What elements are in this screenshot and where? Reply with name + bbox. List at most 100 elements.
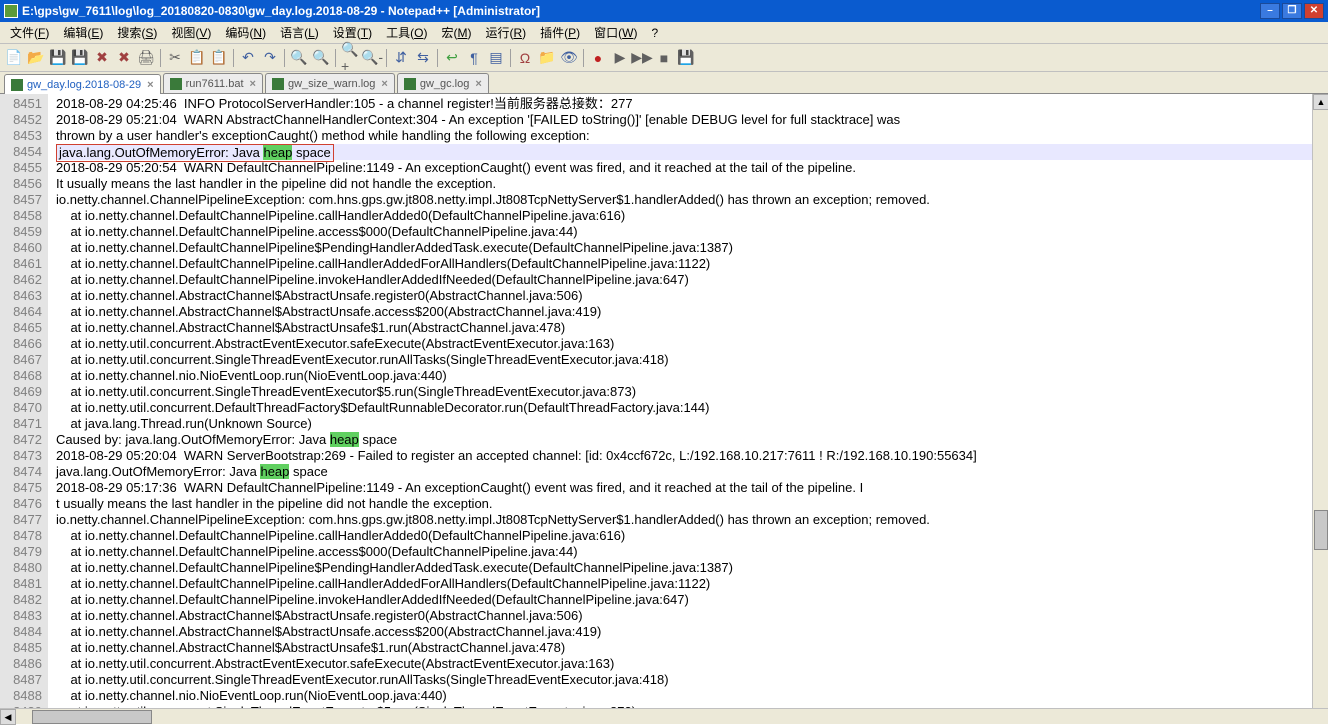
editor-line[interactable]: 2018-08-29 05:21:04 WARN AbstractChannel… xyxy=(56,112,1328,128)
vertical-scroll-thumb[interactable] xyxy=(1314,510,1328,550)
minimize-button[interactable]: – xyxy=(1260,3,1280,19)
menu-编码[interactable]: 编码(N) xyxy=(219,22,272,43)
horizontal-scrollbar[interactable]: ◀ xyxy=(0,708,1328,724)
editor-line[interactable]: at io.netty.channel.AbstractChannel$Abst… xyxy=(56,608,1328,624)
editor-line[interactable]: at io.netty.util.concurrent.SingleThread… xyxy=(56,352,1328,368)
editor-line[interactable]: at io.netty.channel.AbstractChannel$Abst… xyxy=(56,304,1328,320)
editor-line[interactable]: at java.lang.Thread.run(Unknown Source) xyxy=(56,416,1328,432)
editor-line[interactable]: at io.netty.channel.AbstractChannel$Abst… xyxy=(56,624,1328,640)
wordwrap-icon[interactable]: ↩ xyxy=(442,48,462,68)
editor-line[interactable]: at io.netty.channel.nio.NioEventLoop.run… xyxy=(56,688,1328,704)
editor-line[interactable]: at io.netty.channel.DefaultChannelPipeli… xyxy=(56,256,1328,272)
editor-line[interactable]: at io.netty.channel.DefaultChannelPipeli… xyxy=(56,240,1328,256)
menu-运行[interactable]: 运行(R) xyxy=(479,22,532,43)
editor-line[interactable]: 2018-08-29 05:20:04 WARN ServerBootstrap… xyxy=(56,448,1328,464)
editor-line[interactable]: at io.netty.channel.DefaultChannelPipeli… xyxy=(56,224,1328,240)
save-all-icon[interactable]: 💾 xyxy=(70,48,90,68)
tab-close-icon[interactable]: × xyxy=(147,79,153,91)
tab-close-icon[interactable]: × xyxy=(475,78,481,90)
horizontal-scroll-thumb[interactable] xyxy=(32,710,152,724)
scroll-left-button[interactable]: ◀ xyxy=(0,709,16,725)
print-icon[interactable]: 🖨 xyxy=(136,48,156,68)
editor-line[interactable]: Caused by: java.lang.OutOfMemoryError: J… xyxy=(56,432,1328,448)
scroll-up-button[interactable]: ▲ xyxy=(1313,94,1328,110)
menu-设置[interactable]: 设置(T) xyxy=(327,22,378,43)
lang-icon[interactable]: Ω xyxy=(515,48,535,68)
save-icon[interactable]: 💾 xyxy=(48,48,68,68)
find-icon[interactable]: 🔍 xyxy=(289,48,309,68)
menu-插件[interactable]: 插件(P) xyxy=(534,22,586,43)
redo-icon[interactable]: ↷ xyxy=(260,48,280,68)
tab-run7611.bat[interactable]: run7611.bat× xyxy=(163,73,263,93)
copy-icon[interactable]: 📋 xyxy=(187,48,207,68)
editor-line[interactable]: at io.netty.channel.AbstractChannel$Abst… xyxy=(56,640,1328,656)
fast-icon[interactable]: ▶▶ xyxy=(632,48,652,68)
editor-line[interactable]: at io.netty.channel.DefaultChannelPipeli… xyxy=(56,576,1328,592)
editor-line[interactable]: java.lang.OutOfMemoryError: Java heap sp… xyxy=(56,464,1328,480)
editor-area[interactable]: 8451845284538454845584568457845884598460… xyxy=(0,94,1328,724)
editor-line[interactable]: 2018-08-29 04:25:46 INFO ProtocolServerH… xyxy=(56,96,1328,112)
editor-line[interactable]: at io.netty.channel.DefaultChannelPipeli… xyxy=(56,272,1328,288)
tab-close-icon[interactable]: × xyxy=(250,78,256,90)
menu-文件[interactable]: 文件(F) xyxy=(4,22,55,43)
vertical-scrollbar[interactable]: ▲ xyxy=(1312,94,1328,724)
record-icon[interactable]: ● xyxy=(588,48,608,68)
cut-icon[interactable]: ✂ xyxy=(165,48,185,68)
editor-line[interactable]: at io.netty.channel.DefaultChannelPipeli… xyxy=(56,208,1328,224)
menu-搜索[interactable]: 搜索(S) xyxy=(111,22,163,43)
editor-line[interactable]: at io.netty.util.concurrent.SingleThread… xyxy=(56,672,1328,688)
menu-视图[interactable]: 视图(V) xyxy=(165,22,217,43)
editor-line[interactable]: at io.netty.channel.DefaultChannelPipeli… xyxy=(56,544,1328,560)
all-chars-icon[interactable]: ¶ xyxy=(464,48,484,68)
paste-icon[interactable]: 📋 xyxy=(209,48,229,68)
menu-?[interactable]: ? xyxy=(645,24,664,42)
undo-icon[interactable]: ↶ xyxy=(238,48,258,68)
editor-line[interactable]: at io.netty.channel.DefaultChannelPipeli… xyxy=(56,560,1328,576)
editor-line[interactable]: io.netty.channel.ChannelPipelineExceptio… xyxy=(56,512,1328,528)
zoom-in-icon[interactable]: 🔍+ xyxy=(340,48,360,68)
sync-h-icon[interactable]: ⇆ xyxy=(413,48,433,68)
menu-宏[interactable]: 宏(M) xyxy=(435,22,477,43)
new-file-icon[interactable]: 📄 xyxy=(4,48,24,68)
editor-line[interactable]: io.netty.channel.ChannelPipelineExceptio… xyxy=(56,192,1328,208)
editor-line[interactable]: at io.netty.channel.AbstractChannel$Abst… xyxy=(56,320,1328,336)
editor-line[interactable]: java.lang.OutOfMemoryError: Java heap sp… xyxy=(56,144,1328,160)
stop-icon[interactable]: ■ xyxy=(654,48,674,68)
replace-icon[interactable]: 🔍 xyxy=(311,48,331,68)
play-icon[interactable]: ▶ xyxy=(610,48,630,68)
close-all-icon[interactable]: ✖ xyxy=(114,48,134,68)
editor-line[interactable]: at io.netty.channel.DefaultChannelPipeli… xyxy=(56,528,1328,544)
menu-编辑[interactable]: 编辑(E) xyxy=(57,22,109,43)
editor-line[interactable]: at io.netty.channel.nio.NioEventLoop.run… xyxy=(56,368,1328,384)
editor-line[interactable]: at io.netty.util.concurrent.AbstractEven… xyxy=(56,336,1328,352)
editor-line[interactable]: t usually means the last handler in the … xyxy=(56,496,1328,512)
close-icon[interactable]: ✖ xyxy=(92,48,112,68)
editor-line[interactable]: 2018-08-29 05:17:36 WARN DefaultChannelP… xyxy=(56,480,1328,496)
editor-line[interactable]: It usually means the last handler in the… xyxy=(56,176,1328,192)
menu-工具[interactable]: 工具(O) xyxy=(380,22,433,43)
folder-icon[interactable]: 📁 xyxy=(537,48,557,68)
tab-gw_gc.log[interactable]: gw_gc.log × xyxy=(397,73,489,93)
editor-line[interactable]: at io.netty.channel.AbstractChannel$Abst… xyxy=(56,288,1328,304)
close-window-button[interactable]: ✕ xyxy=(1304,3,1324,19)
save-macro-icon[interactable]: 💾 xyxy=(676,48,696,68)
editor-line[interactable]: 2018-08-29 05:20:54 WARN DefaultChannelP… xyxy=(56,160,1328,176)
editor-line[interactable]: at io.netty.util.concurrent.SingleThread… xyxy=(56,384,1328,400)
monitor-icon[interactable]: 👁 xyxy=(559,48,579,68)
editor-line[interactable]: thrown by a user handler's exceptionCaug… xyxy=(56,128,1328,144)
tab-gw_day.log.2018-08-29[interactable]: gw_day.log.2018-08-29× xyxy=(4,74,161,94)
tab-gw_size_warn.log[interactable]: gw_size_warn.log× xyxy=(265,73,395,93)
menu-窗口[interactable]: 窗口(W) xyxy=(588,22,643,43)
menu-语言[interactable]: 语言(L) xyxy=(274,22,325,43)
tab-close-icon[interactable]: × xyxy=(381,78,387,90)
sync-v-icon[interactable]: ⇵ xyxy=(391,48,411,68)
maximize-button[interactable]: ❐ xyxy=(1282,3,1302,19)
zoom-out-icon[interactable]: 🔍- xyxy=(362,48,382,68)
indent-guide-icon[interactable]: ▤ xyxy=(486,48,506,68)
editor-line[interactable]: at io.netty.util.concurrent.AbstractEven… xyxy=(56,656,1328,672)
tab-label: gw_gc.log xyxy=(420,78,470,90)
editor-line[interactable]: at io.netty.channel.DefaultChannelPipeli… xyxy=(56,592,1328,608)
editor-content[interactable]: 2018-08-29 04:25:46 INFO ProtocolServerH… xyxy=(48,94,1328,724)
open-icon[interactable]: 📂 xyxy=(26,48,46,68)
editor-line[interactable]: at io.netty.util.concurrent.DefaultThrea… xyxy=(56,400,1328,416)
